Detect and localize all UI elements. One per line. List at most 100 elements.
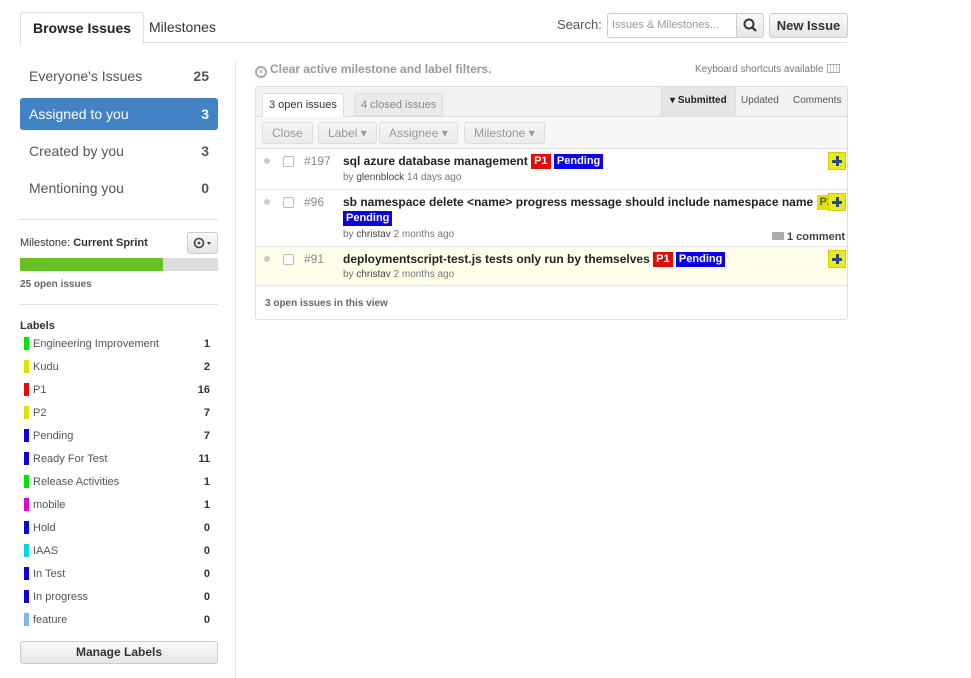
issue-row[interactable]: #96 sb namespace delete <name> progress … xyxy=(256,191,847,247)
issue-title[interactable]: deploymentscript-test.js tests only run … xyxy=(343,252,726,267)
milestone-settings-button[interactable] xyxy=(187,232,218,254)
close-button[interactable]: Close xyxy=(262,122,313,144)
issue-meta: by christav 2 months ago xyxy=(343,229,454,240)
new-issue-button[interactable]: New Issue xyxy=(769,13,848,38)
filter-assigned-to-you[interactable]: Assigned to you 3 xyxy=(20,98,218,130)
milestone-dropdown[interactable]: Milestone ▾ xyxy=(464,122,545,144)
issue-number: #91 xyxy=(304,252,325,266)
label-tag-pending[interactable]: Pending xyxy=(343,211,393,226)
label-tag-p1[interactable]: P1 xyxy=(653,252,673,267)
manage-labels-button[interactable]: Manage Labels xyxy=(20,641,218,664)
sort-updated[interactable]: Updated xyxy=(733,87,787,116)
keyboard-shortcuts-link[interactable]: Keyboard shortcuts available xyxy=(695,64,841,75)
tab-closed-issues[interactable]: 4 closed issues xyxy=(354,93,444,116)
label-count: 1 xyxy=(203,499,210,511)
label-count: 0 xyxy=(203,522,210,534)
label-filter-item[interactable]: Pending 7 xyxy=(24,427,210,445)
label-color-swatch xyxy=(24,475,29,488)
label-filter-item[interactable]: In Test 0 xyxy=(24,565,210,583)
label-color-swatch xyxy=(24,567,29,580)
label-tag-pending[interactable]: Pending xyxy=(553,154,604,169)
label-color-swatch xyxy=(24,429,29,442)
issues-list-panel: 3 open issues 4 closed issues ▾ Submitte… xyxy=(255,86,848,320)
label-name: In Test xyxy=(33,568,66,580)
filter-mentioning-you[interactable]: Mentioning you 0 xyxy=(20,172,218,204)
filter-everyones-issues[interactable]: Everyone's Issues 25 xyxy=(20,60,218,92)
issue-author-link[interactable]: glennblock xyxy=(356,172,404,183)
label-name: mobile xyxy=(33,499,66,511)
label-count: 0 xyxy=(203,568,210,580)
issue-author-link[interactable]: christav xyxy=(356,229,390,240)
close-icon: × xyxy=(255,66,267,78)
label-name: feature xyxy=(33,614,68,626)
tab-open-issues[interactable]: 3 open issues xyxy=(262,93,344,117)
issue-title[interactable]: sb namespace delete <name> progress mess… xyxy=(343,195,837,210)
tab-browse-issues[interactable]: Browse Issues xyxy=(20,12,145,44)
issue-checkbox[interactable] xyxy=(283,156,294,167)
label-filter-item[interactable]: mobile 1 xyxy=(24,496,210,514)
label-filter-item[interactable]: Kudu 2 xyxy=(24,358,210,376)
assignee-avatar[interactable] xyxy=(828,250,846,268)
filter-label: Everyone's Issues xyxy=(29,68,143,84)
label-count: 1 xyxy=(203,338,210,350)
issue-row[interactable]: #197 sql azure database management P1 Pe… xyxy=(256,150,847,190)
label-count: 0 xyxy=(203,545,210,557)
comments-link[interactable]: 1 comment xyxy=(772,231,845,243)
label-name: IAAS xyxy=(33,545,59,557)
label-name: P2 xyxy=(33,407,47,419)
label-count: 2 xyxy=(203,361,210,373)
label-filter-item[interactable]: Hold 0 xyxy=(24,519,210,537)
milestone-progress-fill xyxy=(20,258,163,271)
keyboard-shortcuts-text: Keyboard shortcuts available xyxy=(695,64,824,75)
label-filter-item[interactable]: In progress 0 xyxy=(24,588,210,606)
filter-created-by-you[interactable]: Created by you 3 xyxy=(20,135,218,167)
issue-status-dot xyxy=(264,199,270,205)
assignee-dropdown-text: Assignee xyxy=(389,126,439,140)
issue-author-link[interactable]: christav xyxy=(356,269,390,280)
issue-row[interactable]: #91 deploymentscript-test.js tests only … xyxy=(256,248,847,286)
filter-count: 25 xyxy=(193,68,209,84)
label-name: Kudu xyxy=(33,361,59,373)
sort-submitted-label: Submitted xyxy=(677,95,727,106)
label-tag-pending[interactable]: Pending xyxy=(675,252,726,267)
assignee-avatar[interactable] xyxy=(828,193,846,211)
milestone-open-issues: 25 open issues xyxy=(20,279,92,290)
sort-comments[interactable]: Comments xyxy=(785,87,849,116)
label-count: 7 xyxy=(203,407,210,419)
issue-number: #96 xyxy=(304,195,325,209)
label-count: 16 xyxy=(197,384,210,396)
label-filter-item[interactable]: feature 0 xyxy=(24,611,210,629)
assignee-avatar[interactable] xyxy=(828,152,846,170)
issue-title-text: sb namespace delete <name> progress mess… xyxy=(343,195,814,209)
label-dropdown[interactable]: Label ▾ xyxy=(318,122,377,144)
label-color-swatch xyxy=(24,383,29,396)
assignee-dropdown[interactable]: Assignee ▾ xyxy=(379,122,458,144)
clear-filters-text: Clear active milestone and label filters… xyxy=(270,62,492,76)
search-button[interactable] xyxy=(736,13,764,38)
clear-filters-link[interactable]: × Clear active milestone and label filter… xyxy=(255,62,491,78)
label-filter-item[interactable]: IAAS 0 xyxy=(24,542,210,560)
label-filter-item[interactable]: P1 16 xyxy=(24,381,210,399)
label-color-swatch xyxy=(24,521,29,534)
chevron-down-icon: ▾ xyxy=(525,126,535,140)
issue-title[interactable]: sql azure database management P1 Pending xyxy=(343,154,604,169)
label-filter-item[interactable]: Release Activities 1 xyxy=(24,473,210,491)
issue-checkbox[interactable] xyxy=(283,254,294,265)
label-name: Engineering Improvement xyxy=(33,338,159,350)
milestone-name: Current Sprint xyxy=(73,237,148,249)
label-tag-p1[interactable]: P1 xyxy=(531,154,551,169)
issue-checkbox[interactable] xyxy=(283,197,294,208)
label-filter-item[interactable]: Ready For Test 11 xyxy=(24,450,210,468)
search-label: Search: xyxy=(557,17,602,32)
label-filter-item[interactable]: Engineering Improvement 1 xyxy=(24,335,210,353)
label-color-swatch xyxy=(24,337,29,350)
label-count: 0 xyxy=(203,614,210,626)
tab-milestones[interactable]: Milestones xyxy=(137,12,228,43)
search-icon xyxy=(743,18,757,32)
sort-submitted[interactable]: ▾ Submitted xyxy=(661,87,736,116)
search-input[interactable]: Issues & Milestones... xyxy=(607,13,737,38)
filter-label: Assigned to you xyxy=(29,106,129,122)
label-count: 7 xyxy=(203,430,210,442)
issue-meta-prefix: by xyxy=(343,269,354,280)
label-filter-item[interactable]: P2 7 xyxy=(24,404,210,422)
